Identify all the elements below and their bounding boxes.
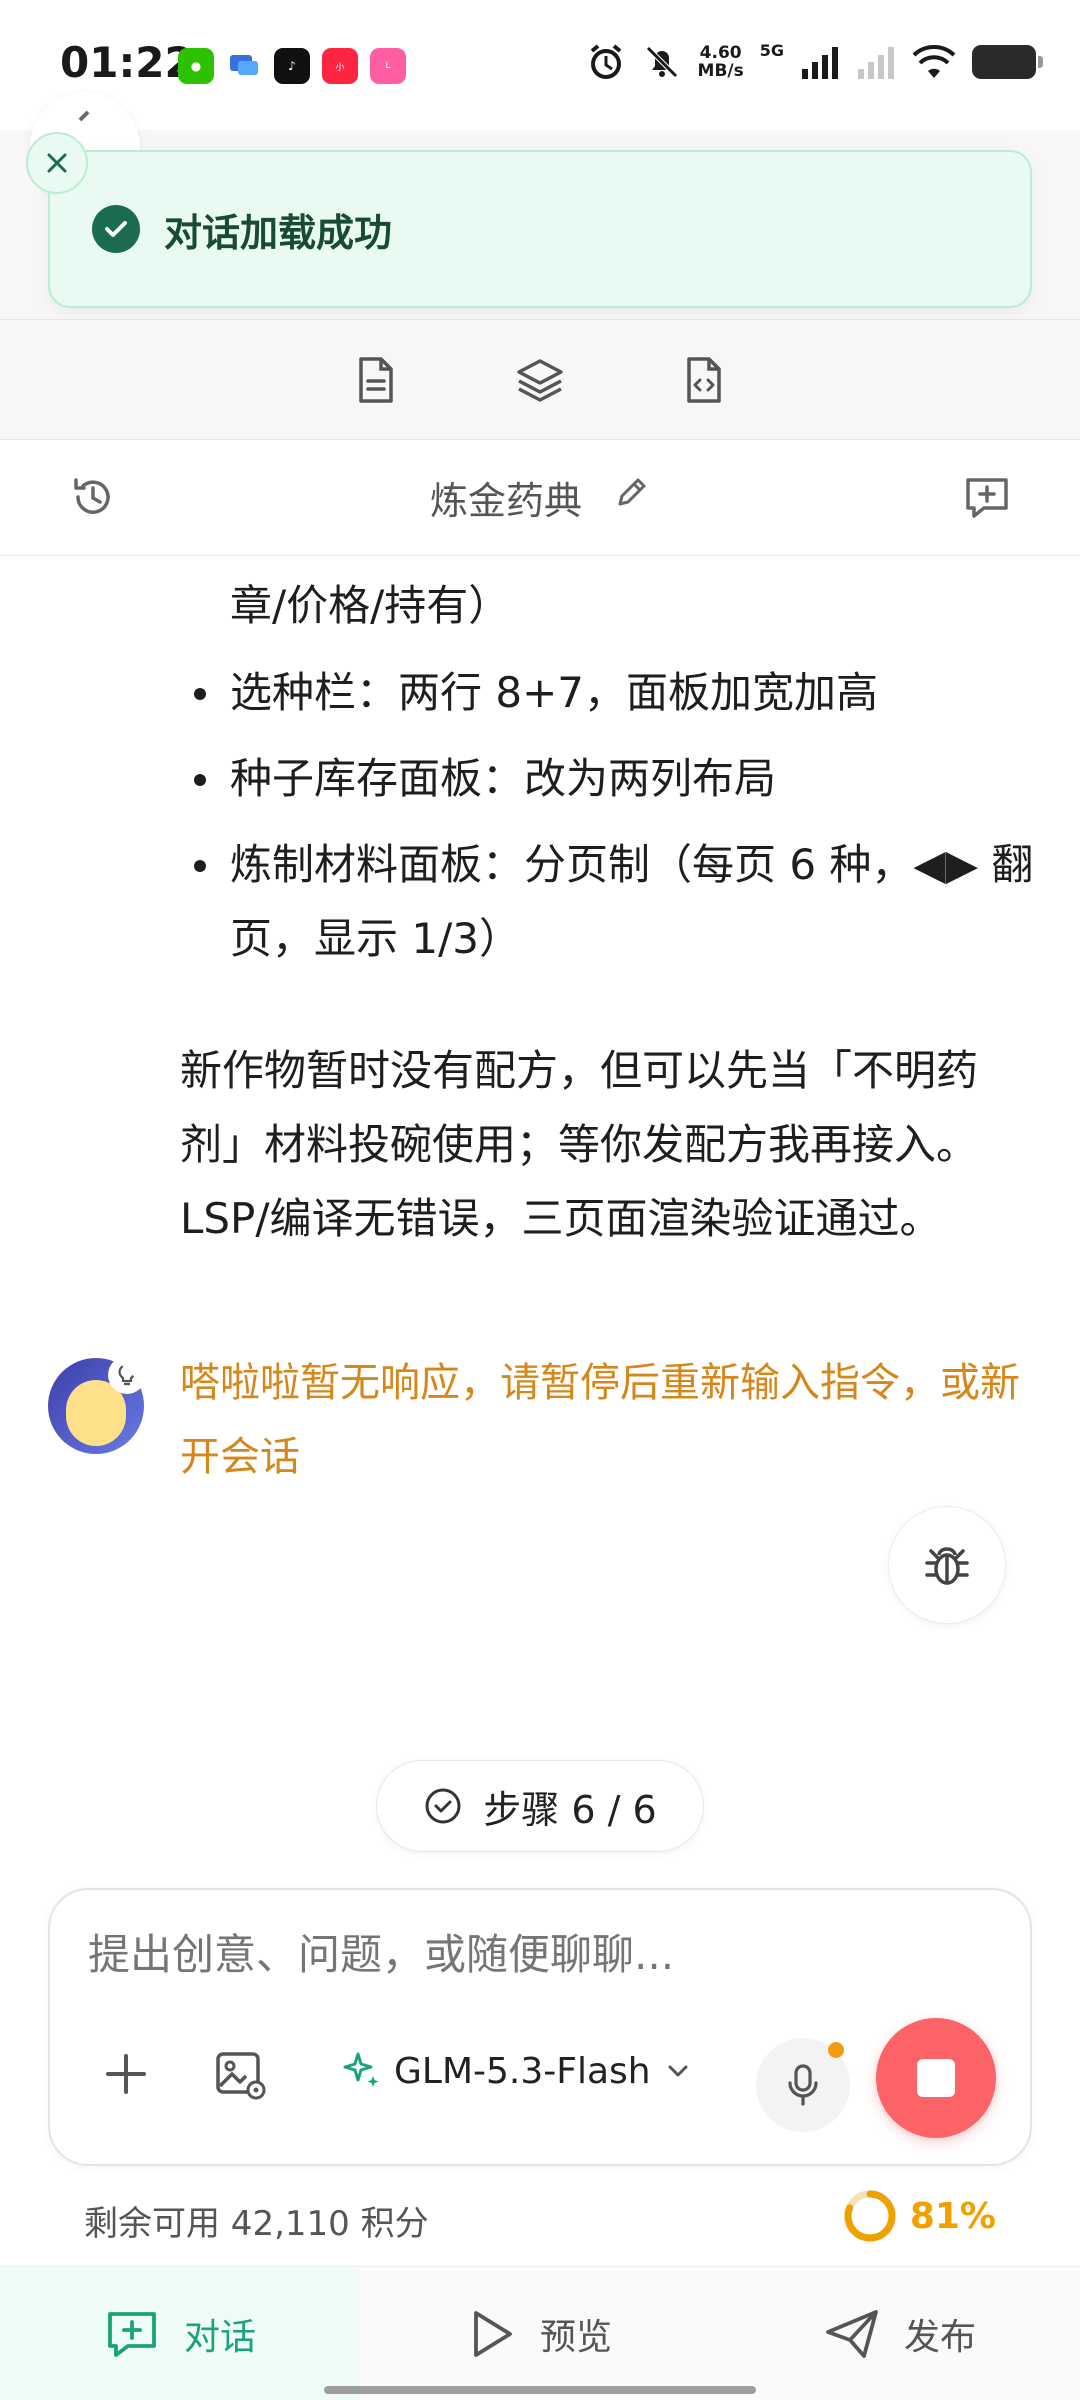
image-upload-button[interactable] [214, 2048, 268, 2106]
bug-icon [925, 1547, 969, 1585]
mute-bell-icon [645, 46, 678, 78]
tiktok-icon: ♪ [274, 48, 310, 84]
xiaohongshu-icon: 小 [322, 48, 358, 84]
network-speed: 4.60 MB/s [697, 43, 744, 81]
steps-progress-pill[interactable]: 步骤 6 / 6 [376, 1760, 704, 1852]
tab-preview[interactable]: 预览 [360, 2267, 720, 2400]
stop-icon [917, 2059, 955, 2097]
home-indicator[interactable] [324, 2386, 756, 2394]
network-type: 5G [759, 40, 784, 60]
assistant-avatar [48, 1358, 144, 1454]
wifi-icon [912, 45, 956, 78]
document-icon [359, 356, 393, 403]
new-chat-icon [966, 478, 1008, 518]
play-icon [474, 2311, 512, 2357]
voice-input-button[interactable] [756, 2038, 850, 2132]
message-paragraph: 新作物暂时没有配方，但可以先当「不明药剂」材料投碗使用；等你发配方我再接入。LS… [180, 1046, 979, 1243]
layers-button[interactable] [513, 353, 567, 407]
model-name: GLM-5.3-Flash [394, 2050, 651, 2092]
lightbulb-icon [108, 1358, 144, 1394]
usage-percent: 81% [909, 2195, 996, 2237]
tab-publish[interactable]: 发布 [720, 2267, 1080, 2400]
status-right: 4.60 MB/s 5G [586, 40, 1043, 82]
check-circle-outline-icon [425, 1788, 461, 1824]
status-bar: 01:22 ● ♪ 小 L 4.60 MB/s 5G [0, 0, 1080, 130]
tool-icons-row [0, 320, 1080, 440]
edit-title-icon[interactable] [612, 474, 650, 521]
signal-icon [802, 47, 838, 79]
tab-chat[interactable]: 对话 [0, 2267, 360, 2400]
close-icon [47, 153, 67, 173]
document-button[interactable] [349, 353, 403, 407]
lilo-icon: L [370, 48, 406, 84]
microphone-icon [788, 2064, 818, 2106]
model-selector[interactable]: GLM-5.3-Flash [340, 2050, 693, 2092]
toast-message: 对话加载成功 [164, 210, 393, 255]
composer-card: GLM-5.3-Flash [48, 1888, 1032, 2166]
tab-preview-label: 预览 [539, 2317, 612, 2358]
new-chat-button[interactable] [962, 472, 1012, 526]
tab-chat-label: 对话 [183, 2317, 256, 2358]
debug-button[interactable] [888, 1506, 1006, 1624]
list-item: 炼制材料面板：分页制（每页 6 种，◀▶ 翻页，显示 1/3） [190, 828, 1040, 976]
status-app-icons: ● ♪ 小 L [178, 48, 406, 84]
page-title-text: 炼金药典 [429, 479, 582, 523]
list-item: 选种栏：两行 8+7，面板加宽加高 [190, 656, 1040, 730]
alarm-icon [590, 44, 621, 79]
image-settings-icon [216, 2052, 266, 2100]
code-file-icon [687, 356, 721, 403]
stop-generation-button[interactable] [876, 2018, 996, 2138]
status-time: 01:22 [60, 38, 194, 87]
usage-indicator[interactable]: 81% [842, 2188, 996, 2244]
credits-remaining: 剩余可用 42,110 积分 [84, 2204, 429, 2244]
chat-icon [108, 2312, 156, 2357]
battery-icon [972, 45, 1043, 79]
assistant-warning-message: 嗒啦啦暂无响应，请暂停后重新输入指令，或新开会话 [180, 1360, 1020, 1480]
layers-icon [517, 358, 563, 402]
code-file-button[interactable] [677, 353, 731, 407]
title-bar: 炼金药典 [0, 440, 1080, 556]
steps-label: 步骤 6 / 6 [483, 1787, 657, 1832]
add-attachment-button[interactable] [104, 2052, 148, 2100]
sparkle-icon [343, 2052, 379, 2087]
list-item: 种子库存面板：改为两列布局 [190, 742, 1040, 816]
messenger-icon [226, 48, 262, 84]
signal-weak-icon [858, 47, 894, 79]
message-bullet-list: 选种栏：两行 8+7，面板加宽加高 种子库存面板：改为两列布局 炼制材料面板：分… [190, 656, 1040, 988]
toast-close-button[interactable] [26, 132, 88, 194]
notification-dot [828, 2042, 844, 2058]
page-title[interactable]: 炼金药典 [0, 470, 1080, 525]
message-continuation-line: 章/价格/持有） [230, 581, 511, 630]
plus-icon [106, 2054, 146, 2094]
send-icon [826, 2310, 878, 2358]
usage-ring-icon [844, 2190, 896, 2242]
chevron-down-icon [668, 2065, 688, 2077]
wechat-icon: ● [178, 48, 214, 84]
check-circle-icon [92, 205, 140, 253]
prompt-input[interactable] [88, 1930, 988, 1979]
tab-publish-label: 发布 [903, 2317, 976, 2358]
bottom-navigation: 对话 预览 发布 [0, 2266, 1080, 2400]
chat-scroll-area[interactable]: 章/价格/持有） 选种栏：两行 8+7，面板加宽加高 种子库存面板：改为两列布局… [0, 556, 1080, 1886]
success-toast: 对话加载成功 [48, 150, 1032, 308]
